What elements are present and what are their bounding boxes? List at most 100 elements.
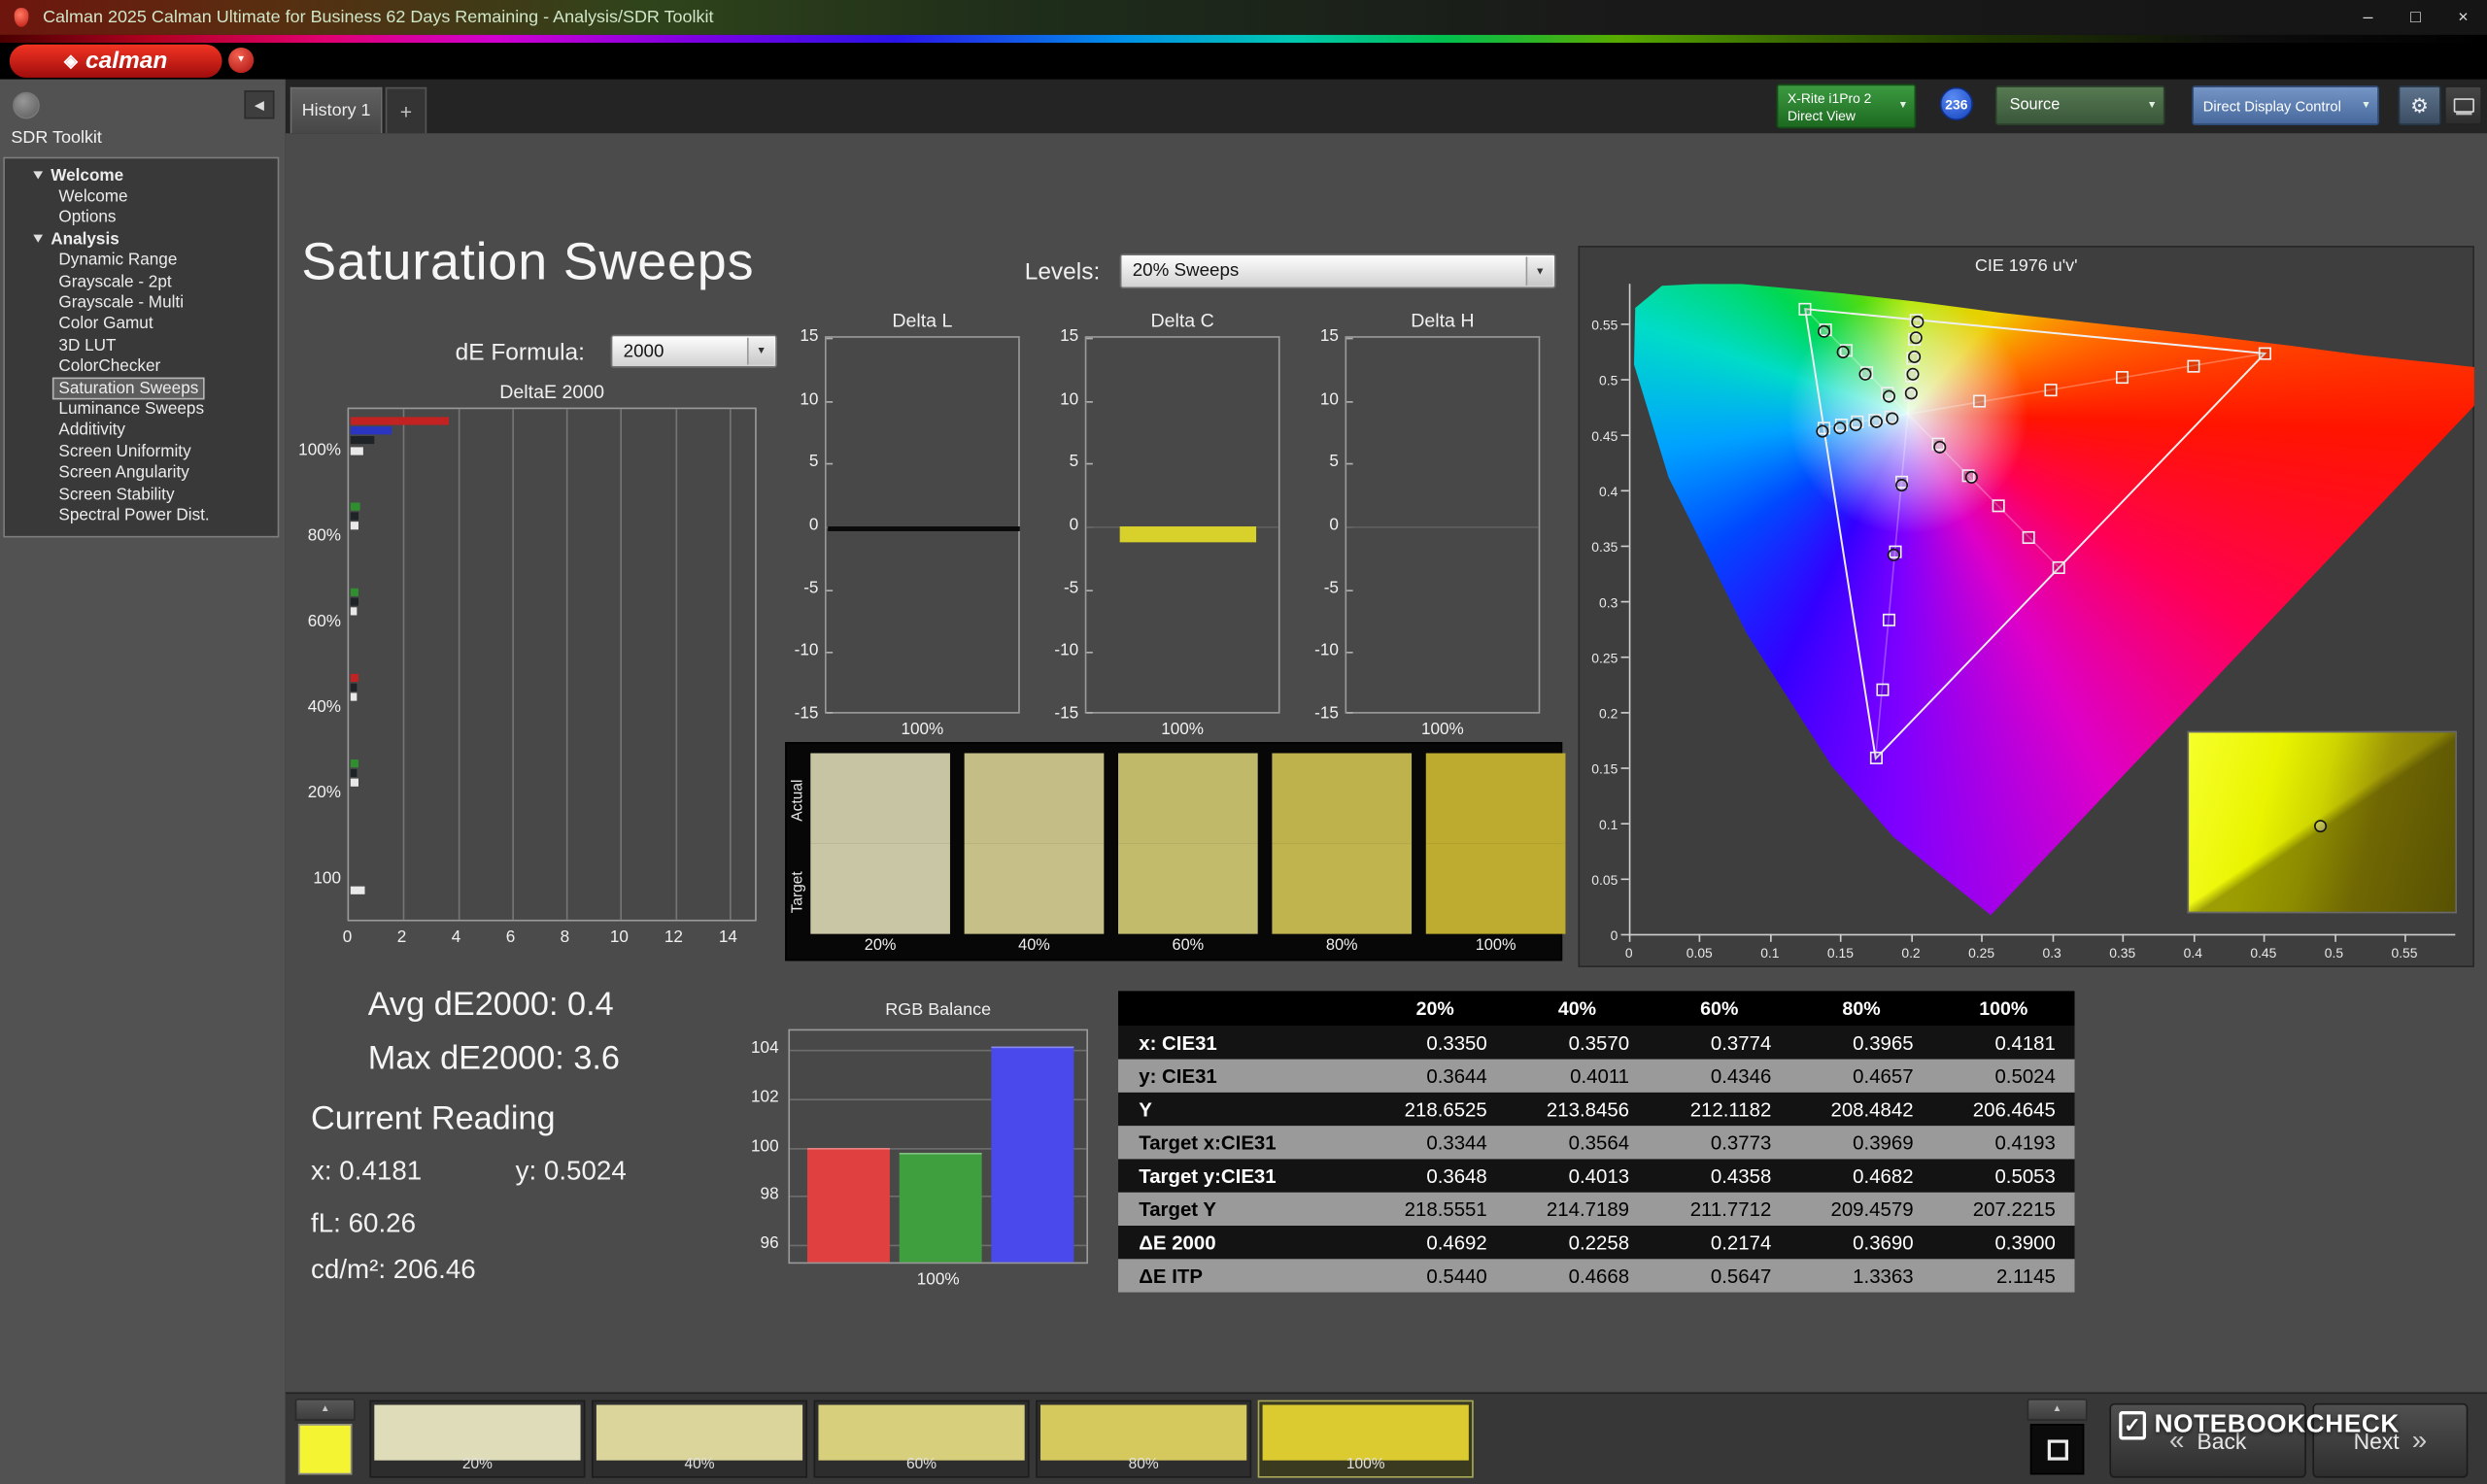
delta-c-y-tick: -15 (1054, 703, 1079, 724)
sidebar-item-screen-uniformity[interactable]: Screen Uniformity (5, 441, 278, 462)
table-cell: 0.3969 (1853, 1130, 1914, 1154)
sidebar-item-saturation-sweeps[interactable]: Saturation Sweeps (5, 376, 278, 399)
table-cell: 0.4657 (1853, 1064, 1914, 1088)
tick (1699, 933, 1701, 942)
rgb-xlabel: 100% (916, 1269, 960, 1290)
tick (1346, 400, 1353, 403)
table-cell: 214.7189 (1546, 1197, 1630, 1221)
table-cell: 0.3965 (1853, 1031, 1914, 1054)
tick (1981, 933, 1984, 942)
table-cell: 0.3570 (1568, 1031, 1630, 1054)
tick (1620, 489, 1629, 492)
sidebar-item-analysis[interactable]: Analysis (5, 228, 278, 250)
add-tab-button[interactable]: + (385, 86, 427, 134)
de-formula-dropdown[interactable]: 2000 ▼ (610, 334, 777, 368)
table-cell: 2.1145 (1995, 1265, 2056, 1287)
calman-logo-icon: ◈ (63, 51, 78, 72)
gridline (621, 409, 623, 920)
row-label: ΔE ITP (1139, 1265, 1203, 1287)
rgb-y-tick: 100 (751, 1135, 779, 1156)
sidebar-item-welcome[interactable]: Welcome (5, 165, 278, 186)
maximize-button[interactable]: □ (2392, 0, 2439, 35)
sidebar-item-colorchecker[interactable]: ColorChecker (5, 356, 278, 378)
sidebar-item-dynamic-range[interactable]: Dynamic Range (5, 250, 278, 271)
patch-button-40%[interactable]: 40% (591, 1400, 808, 1478)
tick (1086, 400, 1093, 403)
minimize-button[interactable]: – (2344, 0, 2392, 35)
expand-controls-button[interactable]: ▲ (2027, 1399, 2088, 1421)
deltae-bar (350, 417, 449, 425)
table-cell: 0.4193 (1994, 1130, 2056, 1154)
logo-menu-button[interactable]: ▼ (228, 47, 255, 74)
cie-y-tick: 0.1 (1598, 816, 1618, 833)
chevron-down-icon: ▼ (1897, 99, 1909, 112)
deltae-x-tick: 8 (560, 928, 570, 947)
tree-expand-icon (33, 235, 44, 244)
deltae-chart-title: DeltaE 2000 (499, 380, 605, 403)
sidebar-item-label: Spectral Power Dist. (58, 505, 210, 525)
delta-c-y-tick: 15 (1060, 326, 1079, 346)
sidebar-item-3d-lut[interactable]: 3D LUT (5, 335, 278, 356)
sidebar-item-spectral-power-dist-[interactable]: Spectral Power Dist. (5, 505, 278, 526)
patch-swatch (1262, 1404, 1469, 1461)
sidebar-item-welcome[interactable]: Welcome (5, 186, 278, 208)
sidebar-item-grayscale-2pt[interactable]: Grayscale - 2pt (5, 271, 278, 292)
cie-target-marker (2186, 360, 2199, 374)
patch-button-20%[interactable]: 20% (369, 1400, 586, 1478)
measurement-count-badge[interactable]: 236 (1939, 86, 1974, 121)
chevrons-left-icon: « (2168, 1424, 2185, 1455)
sidebar-item-label: Analysis (51, 229, 119, 250)
chevron-right-icon: » (2411, 1424, 2428, 1455)
table-cell: 0.5647 (1710, 1265, 1772, 1287)
sidebar-item-luminance-sweeps[interactable]: Luminance Sweeps (5, 398, 278, 420)
back-button[interactable]: « Back (2109, 1402, 2306, 1478)
cie-x-tick: 0.05 (1686, 945, 1713, 961)
calman-logo[interactable]: ◈ calman (9, 44, 222, 78)
swatch-label: 100% (1475, 936, 1516, 955)
tick (2052, 933, 2054, 942)
sidebar-item-screen-angularity[interactable]: Screen Angularity (5, 462, 278, 484)
cie-x-tick: 0.5 (2324, 945, 2344, 961)
column-header: 60% (1700, 996, 1739, 1020)
next-button[interactable]: Next » (2312, 1402, 2469, 1478)
table-cell: 206.4645 (1972, 1097, 2056, 1121)
rgb-bar-green (899, 1152, 982, 1263)
display-button[interactable] (2443, 85, 2483, 125)
current-patch-swatch[interactable] (297, 1424, 353, 1475)
patch-button-100%[interactable]: 100% (1257, 1400, 1474, 1478)
cie-plot (1629, 284, 2474, 933)
tick (826, 712, 834, 714)
source-selector[interactable]: Source ▼ (1994, 85, 2165, 125)
levels-dropdown[interactable]: 20% Sweeps ▼ (1119, 253, 1556, 289)
chevron-up-icon: ▲ (320, 1404, 330, 1415)
sidebar-item-label: Options (58, 208, 117, 228)
row-label: Target Y (1139, 1197, 1217, 1221)
table-row: Y 218.6525 213.8456 212.1182 208.4842 206.464… (1118, 1092, 2075, 1127)
sidebar-item-screen-stability[interactable]: Screen Stability (5, 484, 278, 505)
pattern-window-button[interactable] (2029, 1424, 2085, 1475)
settings-button[interactable]: ⚙ (2398, 85, 2441, 125)
display-control-selector[interactable]: Direct Display Control ▼ (2192, 85, 2379, 125)
sidebar-item-grayscale-multi[interactable]: Grayscale - Multi (5, 292, 278, 314)
expand-patch-button[interactable]: ▲ (294, 1399, 356, 1421)
close-button[interactable]: × (2439, 0, 2487, 35)
sidebar-item-additivity[interactable]: Additivity (5, 420, 278, 441)
tick (1620, 878, 1629, 881)
meter-selector[interactable]: X-Rite i1Pro 2 Direct View ▼ (1776, 84, 1917, 129)
tab-history-1[interactable]: History 1 (290, 86, 383, 134)
patch-button-80%[interactable]: 80% (1036, 1400, 1252, 1478)
sidebar-item-options[interactable]: Options (5, 208, 278, 229)
sidebar-collapse-button[interactable]: ◀ (244, 90, 275, 119)
tick (1769, 933, 1772, 942)
deltae-x-tick: 2 (396, 928, 407, 947)
table-cell: 208.4842 (1830, 1097, 1914, 1121)
sidebar-item-color-gamut[interactable]: Color Gamut (5, 314, 278, 335)
tick (1620, 933, 1629, 936)
actual-swatch-60% (1118, 753, 1258, 844)
rgb-balance-title: RGB Balance (885, 1000, 992, 1020)
rgb-balance-chart (788, 1029, 1088, 1265)
back-label: Back (2197, 1428, 2247, 1454)
rgb-y-tick: 102 (751, 1087, 779, 1107)
reading-x: x: 0.4181 (311, 1156, 423, 1187)
patch-button-60%[interactable]: 60% (813, 1400, 1030, 1478)
